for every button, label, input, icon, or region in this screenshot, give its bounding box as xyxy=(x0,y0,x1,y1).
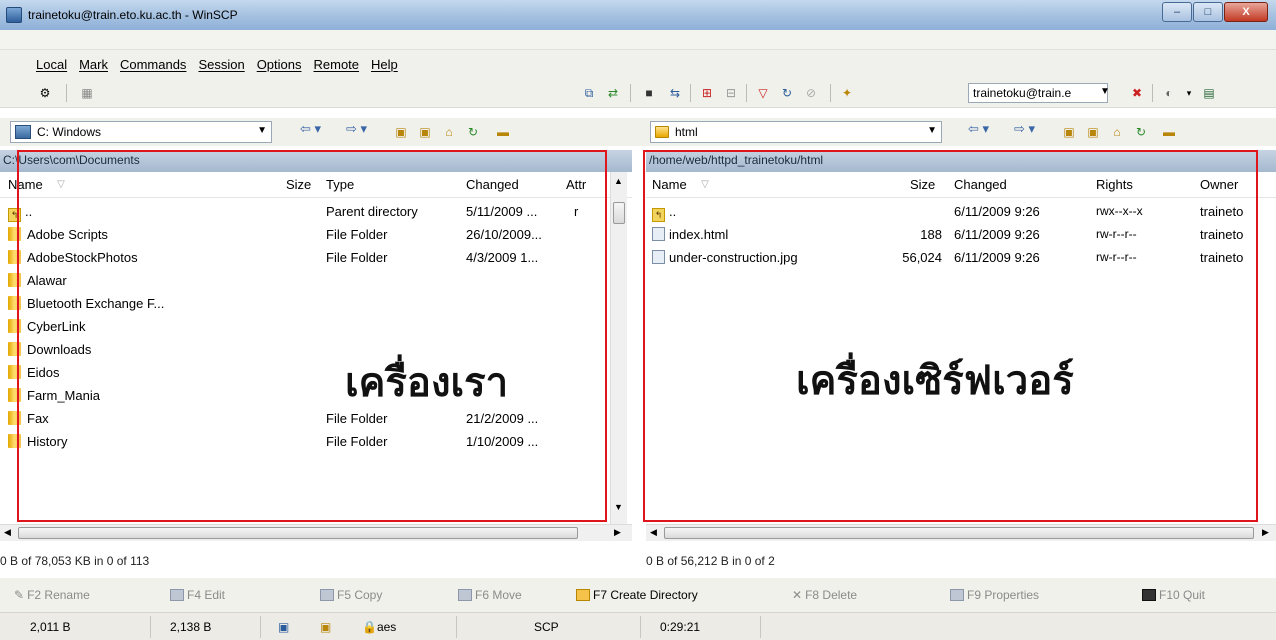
title-bar: trainetoku@train.eto.ku.ac.th - WinSCP –… xyxy=(0,0,1276,30)
local-back-icon[interactable]: ⇦ ▾ xyxy=(300,121,321,137)
queue-icon[interactable]: ▦ xyxy=(78,84,96,102)
transfer-settings-icon[interactable]: ⇆ xyxy=(666,84,684,102)
close-session-icon[interactable]: ✖ xyxy=(1128,84,1146,102)
remote-annotation-box xyxy=(643,150,1258,522)
remote-forward-icon[interactable]: ⇨ ▾ xyxy=(1014,121,1035,137)
menu-session[interactable]: Session xyxy=(198,57,244,72)
remote-hscroll-thumb[interactable] xyxy=(664,527,1254,539)
save-session-icon[interactable]: ▤ xyxy=(1200,84,1218,102)
edit-button[interactable]: F4 Edit xyxy=(170,588,225,602)
copy-icon xyxy=(320,589,334,601)
remote-root-dir-icon[interactable]: ▣ xyxy=(1084,123,1102,141)
local-parent-dir-icon[interactable]: ▣ xyxy=(392,123,410,141)
menu-local[interactable]: Local xyxy=(36,57,67,72)
local-home-icon[interactable]: ⌂ xyxy=(440,123,458,141)
quit-icon xyxy=(1142,589,1156,601)
local-drive-select[interactable]: C: Windows ▼ xyxy=(10,121,272,143)
sessions-icon[interactable]: ◐ xyxy=(1160,84,1178,102)
chevron-down-icon: ▼ xyxy=(257,125,267,136)
local-hscroll-thumb[interactable] xyxy=(18,527,578,539)
local-refresh-icon[interactable]: ↻ xyxy=(464,123,482,141)
local-forward-icon[interactable]: ⇨ ▾ xyxy=(346,121,367,137)
compare-dirs-icon[interactable]: ⧉ xyxy=(580,84,598,102)
close-button[interactable]: X xyxy=(1224,2,1268,22)
clear-filter-icon[interactable]: ⊘ xyxy=(802,84,820,102)
move-button[interactable]: F6 Move xyxy=(458,588,522,602)
create-directory-button[interactable]: F7 Create Directory xyxy=(576,588,698,602)
refresh-sel-icon[interactable]: ↻ xyxy=(778,84,796,102)
session-dropdown-icon[interactable]: ▼ xyxy=(1100,86,1110,97)
remote-open-folder-icon[interactable]: ▬ xyxy=(1160,123,1178,141)
move-icon xyxy=(458,589,472,601)
console-icon[interactable]: ■ xyxy=(640,84,658,102)
bytes-received: 2,138 B xyxy=(170,620,212,634)
rename-button[interactable]: ✎ F2 Rename xyxy=(14,588,90,602)
protocol-status: SCP xyxy=(534,620,559,634)
folder-icon xyxy=(655,126,669,138)
remote-horizontal-scrollbar[interactable]: ◀ ▶ xyxy=(646,524,1276,541)
menu-help[interactable]: Help xyxy=(371,57,398,72)
minimize-button[interactable]: – xyxy=(1162,2,1192,22)
menu-remote[interactable]: Remote xyxy=(314,57,360,72)
menu-options[interactable]: Options xyxy=(257,57,302,72)
local-vertical-scrollbar[interactable]: ▲ ▼ xyxy=(610,172,627,524)
local-open-folder-icon[interactable]: ▬ xyxy=(494,123,512,141)
delete-button[interactable]: ✕ F8 Delete xyxy=(792,588,857,602)
remote-home-icon[interactable]: ⌂ xyxy=(1108,123,1126,141)
quit-button[interactable]: F10 Quit xyxy=(1142,588,1205,602)
top-strip xyxy=(0,30,1276,50)
local-horizontal-scrollbar-track[interactable]: ◀ ▶ xyxy=(0,524,632,541)
bottom-status-bar: 2,011 B 2,138 B ▣ ▣ 🔒aes SCP 0:29:21 xyxy=(0,612,1276,640)
maximize-button[interactable]: □ xyxy=(1193,2,1223,22)
local-root-dir-icon[interactable]: ▣ xyxy=(416,123,434,141)
function-key-bar: ✎ F2 Rename F4 Edit F5 Copy F6 Move F7 Cr… xyxy=(0,578,1276,612)
cipher-status: 🔒aes xyxy=(362,620,397,634)
menu-commands[interactable]: Commands xyxy=(120,57,186,72)
edit-icon xyxy=(170,589,184,601)
session-time: 0:29:21 xyxy=(660,620,701,634)
unselect-icon[interactable]: ⊟ xyxy=(722,84,740,102)
bytes-sent: 2,011 B xyxy=(30,620,71,634)
sessions-dropdown-icon[interactable]: ▾ xyxy=(1180,84,1198,102)
menu-bar: Local Mark Commands Session Options Remo… xyxy=(0,50,1276,78)
pencil-icon: ✎ xyxy=(14,588,25,602)
chevron-down-icon: ▼ xyxy=(927,125,937,136)
select-icon[interactable]: ⊞ xyxy=(698,84,716,102)
remote-dir-select[interactable]: html ▼ xyxy=(650,121,942,143)
properties-button[interactable]: F9 Properties xyxy=(950,588,1039,602)
local-status-text: 0 B of 78,053 KB in 0 of 113 xyxy=(0,554,150,568)
copy-button[interactable]: F5 Copy xyxy=(320,588,382,602)
new-session-icon[interactable]: ✦ xyxy=(838,84,856,102)
menu-mark[interactable]: Mark xyxy=(79,57,108,72)
remote-back-icon[interactable]: ⇦ ▾ xyxy=(968,121,989,137)
local-annotation-text: เครื่องเรา xyxy=(345,360,509,406)
properties-icon xyxy=(950,589,964,601)
preferences-icon[interactable]: ⚙ xyxy=(36,84,54,102)
remote-dir-label: html xyxy=(675,125,698,139)
remote-annotation-text: เครื่องเซิร์ฟเวอร์ xyxy=(796,358,1074,404)
synchronize-icon[interactable]: ⇄ xyxy=(604,84,622,102)
lock-icon: 🔒 xyxy=(362,620,377,634)
remote-parent-dir-icon[interactable]: ▣ xyxy=(1060,123,1078,141)
local-drive-label: C: Windows xyxy=(37,125,102,139)
drive-icon xyxy=(15,125,31,139)
local-vscroll-thumb[interactable] xyxy=(613,202,625,224)
window-title: trainetoku@train.eto.ku.ac.th - WinSCP xyxy=(28,8,238,22)
compression-icon: ▣ xyxy=(320,620,332,634)
session-select[interactable]: trainetoku@train.e xyxy=(968,83,1108,103)
local-annotation-box xyxy=(17,150,607,522)
encryption-icon: ▣ xyxy=(278,620,290,634)
filter-icon[interactable]: ▽ xyxy=(754,84,772,102)
new-folder-icon xyxy=(576,589,590,601)
delete-icon: ✕ xyxy=(792,588,803,602)
winscp-app-icon xyxy=(6,7,22,23)
remote-status-text: 0 B of 56,212 B in 0 of 2 xyxy=(646,554,775,568)
remote-refresh-icon[interactable]: ↻ xyxy=(1132,123,1150,141)
